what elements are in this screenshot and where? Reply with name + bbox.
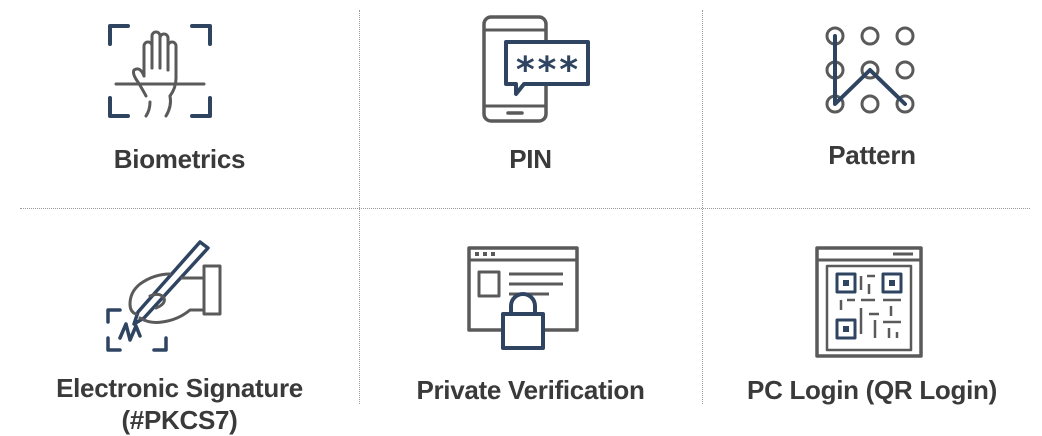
label-line: (#PKCS7)	[121, 405, 238, 435]
label-pin: PIN	[359, 143, 702, 175]
label-line: Private Verification	[416, 375, 645, 405]
feature-biometrics: Biometrics	[0, 0, 359, 208]
feature-private-verification: Private Verification	[359, 208, 702, 436]
pattern-grid-icon	[825, 26, 915, 114]
pin-asterisks: ***	[514, 50, 579, 91]
hand-scan-icon	[108, 24, 212, 118]
label-line: Biometrics	[113, 144, 246, 174]
phone-pin-icon: ***	[482, 15, 590, 123]
hand-signature-icon	[106, 240, 222, 352]
feature-pc-login: PC Login (QR Login)	[702, 208, 1042, 436]
qr-window-icon	[815, 246, 923, 358]
label-line: PIN	[509, 144, 552, 174]
label-pc-login: PC Login (QR Login)	[702, 374, 1042, 406]
label-biometrics: Biometrics	[0, 143, 359, 175]
label-pattern: Pattern	[702, 139, 1042, 171]
label-private-verification: Private Verification	[359, 374, 702, 406]
feature-electronic-signature: Electronic Signature (#PKCS7)	[0, 208, 359, 436]
browser-lock-icon	[467, 246, 579, 350]
feature-pattern: Pattern	[702, 0, 1042, 208]
feature-pin: *** PIN	[359, 0, 702, 208]
label-line: PC Login (QR Login)	[747, 375, 997, 405]
label-electronic-signature: Electronic Signature (#PKCS7)	[0, 372, 359, 436]
label-line: Pattern	[828, 140, 916, 170]
label-line: Electronic Signature	[56, 373, 303, 403]
